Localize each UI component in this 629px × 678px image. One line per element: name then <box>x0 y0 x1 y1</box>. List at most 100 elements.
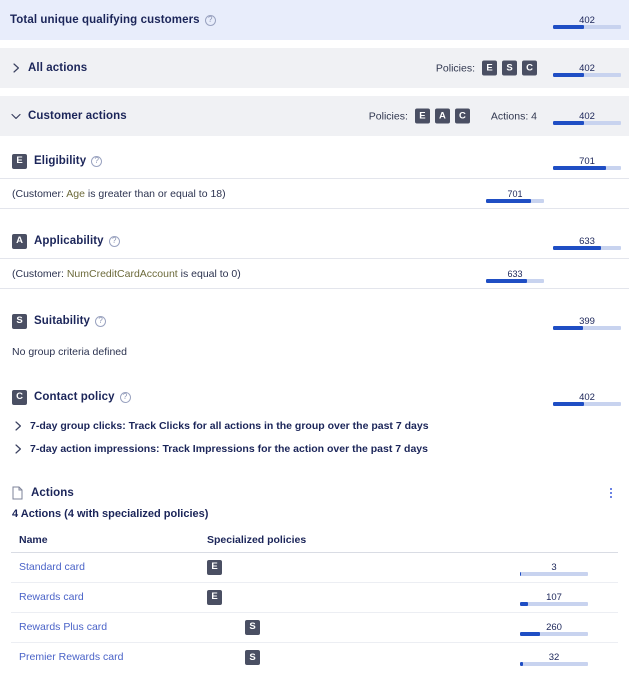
customer-actions-count: Actions: 4 <box>490 110 537 122</box>
all-actions-row[interactable]: All actions Policies: E S C 402 <box>0 48 629 88</box>
document-icon <box>12 486 23 500</box>
chevron-right-icon[interactable] <box>12 443 24 455</box>
policy-section-value: 402 <box>579 391 595 403</box>
action-policy-cell: S <box>199 612 494 643</box>
action-bar-fill <box>520 632 541 636</box>
customer-actions-metric: 402 <box>553 103 621 129</box>
chevron-down-icon[interactable] <box>10 110 22 122</box>
policy-section-bar-fill <box>553 246 601 250</box>
action-name-link[interactable]: Premier Rewards card <box>19 651 123 663</box>
policy-badge-s[interactable]: S <box>245 619 260 635</box>
action-name-link[interactable]: Rewards Plus card <box>19 621 107 633</box>
action-metric: 260 <box>520 614 588 640</box>
policy-badge-e[interactable]: E <box>414 108 430 124</box>
chevron-right-icon[interactable] <box>10 62 22 74</box>
action-metric: 32 <box>520 644 588 670</box>
column-header-specialized-policies: Specialized policies <box>199 528 494 553</box>
customer-actions-row[interactable]: Customer actions Policies: E A C Actions… <box>0 96 629 136</box>
action-bar-track <box>520 572 588 576</box>
total-label: Total unique qualifying customers <box>10 14 200 26</box>
policy-section-bar-fill <box>553 166 607 170</box>
question-circle-icon[interactable]: ? <box>91 155 103 167</box>
action-policy-cell: E <box>199 552 494 583</box>
action-name-cell: Standard card <box>11 552 199 583</box>
kebab-menu-icon[interactable] <box>605 485 617 501</box>
policy-section-title: Eligibility <box>34 155 87 167</box>
policy-badge-c[interactable]: C <box>522 60 537 76</box>
action-policy-cell: S <box>199 642 494 672</box>
criteria-value: 633 <box>507 268 523 279</box>
policy-badge-a: A <box>12 233 27 249</box>
total-bar-fill <box>553 25 584 29</box>
policy-section-bar-track <box>553 246 621 250</box>
action-bar-fill <box>520 572 521 576</box>
criteria-text: (Customer: NumCreditCardAccount is equal… <box>12 267 241 280</box>
policy-section-suitability: S Suitability? 399 No group criteria define… <box>0 304 629 372</box>
actions-summary: 4 Actions (4 with specialized policies) <box>12 508 209 520</box>
chevron-right-icon[interactable] <box>12 420 24 432</box>
policy-section-bar-fill <box>553 402 584 406</box>
question-circle-icon[interactable]: ? <box>204 14 216 26</box>
policy-section-bar-fill <box>553 326 583 330</box>
policy-badge-s[interactable]: S <box>245 649 260 665</box>
actions-table-header-row: Name Specialized policies <box>11 528 618 553</box>
spacer <box>0 88 629 96</box>
customer-actions-value: 402 <box>579 110 595 122</box>
policy-badge-s[interactable]: S <box>502 60 517 76</box>
policy-section-title: Contact policy <box>34 391 115 403</box>
actions-table: Name Specialized policies Standard card E… <box>11 528 618 672</box>
total-bar-track <box>553 25 621 29</box>
policy-badge-e[interactable]: E <box>482 60 497 76</box>
contact-policy-row[interactable]: 7-day action impressions: Track Impressi… <box>0 437 629 460</box>
policy-section-applicability: A Applicability? 633 (Customer: NumCreditCa… <box>0 224 629 296</box>
policy-badge-s: S <box>12 313 27 329</box>
actions-panel-header: Actions <box>0 478 629 508</box>
table-row: Rewards card E 107 <box>11 582 618 613</box>
policy-section-value: 399 <box>579 315 595 327</box>
criteria-field: Age <box>66 187 85 200</box>
policy-section-header: S Suitability? 399 <box>0 304 629 338</box>
table-row: Standard card E 3 <box>11 552 618 583</box>
policy-badge-a[interactable]: A <box>434 108 450 124</box>
contact-policy-row-label: 7-day group clicks: Track Clicks for all… <box>30 419 429 432</box>
table-row: Premier Rewards card S 32 <box>11 642 618 672</box>
all-actions-metric: 402 <box>553 55 621 81</box>
action-name-link[interactable]: Rewards card <box>19 591 84 603</box>
criteria-bar-track <box>486 198 544 203</box>
action-name-cell: Rewards Plus card <box>11 612 199 643</box>
action-name-link[interactable]: Standard card <box>19 561 85 573</box>
policy-section-header: A Applicability? 633 <box>0 224 629 258</box>
action-value: 260 <box>546 621 562 633</box>
policy-section-value: 633 <box>579 235 595 247</box>
contact-policy-row-label: 7-day action impressions: Track Impressi… <box>30 442 428 455</box>
policy-section-bar-track <box>553 402 621 406</box>
policies-label: Policies: <box>435 62 475 74</box>
total-qualifying-customers-row: Total unique qualifying customers ? 402 <box>0 0 629 40</box>
policy-breakdown-page: Total unique qualifying customers ? 402 … <box>0 0 629 678</box>
policy-section-eligibility: E Eligibility? 701 (Customer: Age is greate… <box>0 144 629 216</box>
contact-policy-row[interactable]: 7-day group clicks: Track Clicks for all… <box>0 414 629 437</box>
action-name-cell: Premier Rewards card <box>11 642 199 672</box>
policy-section-metric: 633 <box>553 228 621 254</box>
customer-actions-bar-track <box>553 121 621 125</box>
all-actions-policies: Policies: E S C <box>435 60 537 76</box>
spacer <box>0 288 629 296</box>
question-circle-icon[interactable]: ? <box>95 315 107 327</box>
question-circle-icon[interactable]: ? <box>108 235 120 247</box>
policy-badge-e[interactable]: E <box>207 559 222 575</box>
column-header-name: Name <box>11 528 199 553</box>
policy-section-header: E Eligibility? 701 <box>0 144 629 178</box>
criteria-metric: 633 <box>486 261 544 287</box>
policy-badge-e: E <box>12 153 27 169</box>
action-bar-fill <box>520 662 523 667</box>
criteria-row: (Customer: Age is greater than or equal … <box>0 178 629 208</box>
policy-section-metric: 402 <box>553 384 621 410</box>
spacer <box>0 296 629 304</box>
question-circle-icon[interactable]: ? <box>119 391 131 403</box>
all-actions-bar-track <box>553 73 621 77</box>
policy-badge-c[interactable]: C <box>454 108 470 124</box>
policy-section-header: C Contact policy? 402 <box>0 380 629 414</box>
policy-section-contact-policy: C Contact policy? 402 7-day group clicks: T… <box>0 380 629 470</box>
policy-badge-e[interactable]: E <box>207 589 222 605</box>
total-value: 402 <box>579 14 595 26</box>
